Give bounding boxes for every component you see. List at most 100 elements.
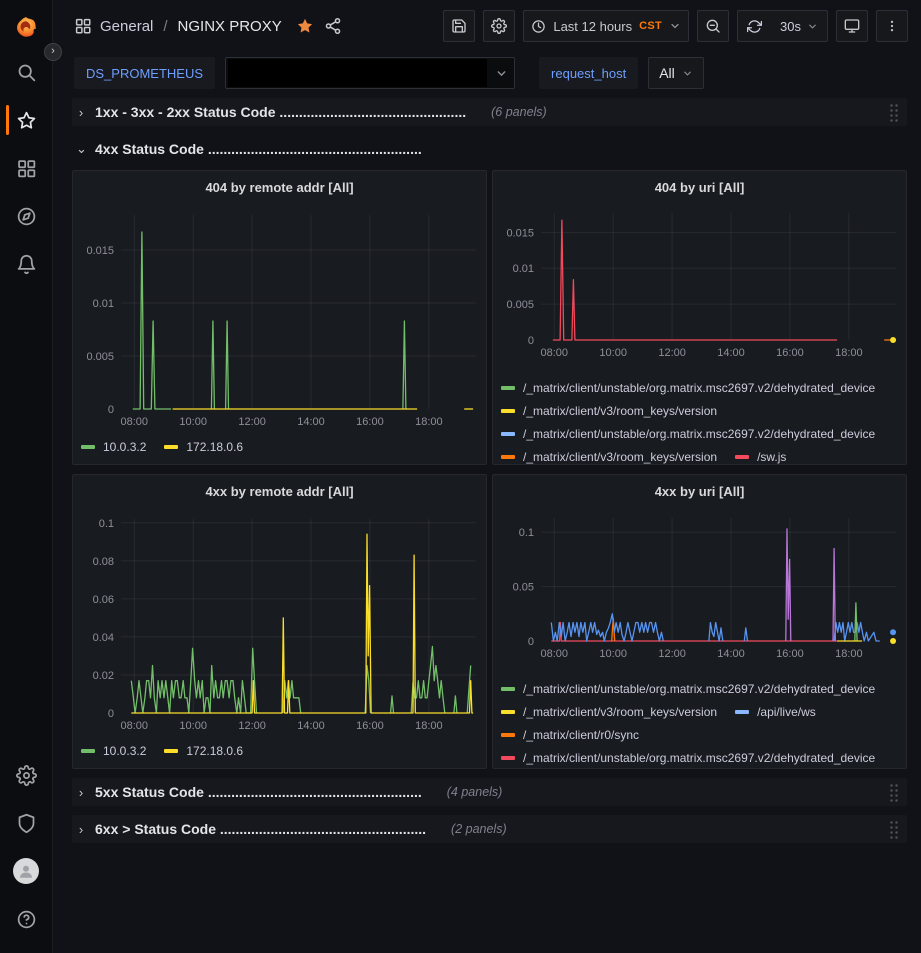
- legend-swatch: [501, 756, 515, 760]
- legend-label: /api/live/ws: [757, 705, 816, 719]
- sidebar-item-explore[interactable]: [0, 192, 52, 240]
- svg-text:12:00: 12:00: [238, 720, 266, 732]
- main-area: General / NGINX PROXY: [53, 0, 921, 953]
- sidebar-item-settings[interactable]: [0, 751, 52, 799]
- time-range-picker[interactable]: Last 12 hours CST: [523, 10, 689, 42]
- chevron-down-icon: [807, 21, 818, 32]
- legend-item[interactable]: /api/live/ws: [735, 700, 816, 723]
- svg-text:18:00: 18:00: [415, 720, 443, 732]
- svg-text:10:00: 10:00: [179, 416, 207, 428]
- row-header-4xx[interactable]: ⌄ 4xx Status Code ......................…: [72, 135, 907, 163]
- legend-item[interactable]: /_matrix/client/unstable/org.matrix.msc2…: [501, 422, 875, 445]
- chart-canvas[interactable]: 08:0010:0012:0014:0016:0018:0000.020.040…: [81, 519, 478, 735]
- chart-canvas[interactable]: 08:0010:0012:0014:0016:0018:0000.0050.01…: [501, 213, 898, 362]
- dashboard-header: General / NGINX PROXY: [53, 0, 921, 52]
- svg-text:16:00: 16:00: [356, 416, 384, 428]
- row-header-5xx[interactable]: › 5xx Status Code ......................…: [72, 778, 907, 806]
- search-icon: [16, 62, 37, 83]
- sidebar-item-profile[interactable]: [0, 847, 52, 895]
- legend-swatch: [164, 749, 178, 753]
- host-variable-dropdown[interactable]: All: [648, 57, 704, 89]
- legend: /_matrix/client/unstable/org.matrix.msc2…: [501, 376, 898, 464]
- grafana-logo[interactable]: [0, 6, 52, 48]
- legend-swatch: [735, 455, 749, 459]
- svg-text:18:00: 18:00: [835, 648, 863, 660]
- refresh-button[interactable]: [738, 11, 771, 41]
- save-dashboard-button[interactable]: [443, 10, 475, 42]
- legend-label: 10.0.3.2: [103, 440, 146, 454]
- legend-item[interactable]: 172.18.0.6: [164, 739, 243, 762]
- kebab-menu-icon: [885, 18, 899, 34]
- row-panel-count: (6 panels): [491, 105, 547, 119]
- datasource-variable-dropdown[interactable]: [225, 57, 515, 89]
- svg-text:0: 0: [528, 636, 534, 648]
- chevron-down-icon: [682, 68, 693, 79]
- panel-404-by-remote-addr: 404 by remote addr [All] 08:0010:0012:00…: [72, 170, 487, 465]
- legend-label: /_matrix/client/v3/room_keys/version: [523, 705, 717, 719]
- dashboard-settings-button[interactable]: [483, 10, 515, 42]
- tv-mode-button[interactable]: [836, 10, 868, 42]
- row-drag-handle[interactable]: [889, 103, 899, 122]
- grafana-logo-icon: [14, 15, 38, 39]
- legend-item[interactable]: /_matrix/client/v3/room_keys/version: [501, 399, 717, 422]
- legend-item[interactable]: 10.0.3.2: [81, 739, 146, 762]
- dashboard-content: › 1xx - 3xx - 2xx Status Code ..........…: [53, 94, 921, 953]
- row-header-6xx[interactable]: › 6xx > Status Code ....................…: [72, 815, 907, 843]
- svg-text:16:00: 16:00: [356, 720, 384, 732]
- panel-grid: 404 by remote addr [All] 08:0010:0012:00…: [72, 170, 907, 769]
- svg-text:0.1: 0.1: [99, 519, 114, 530]
- chevron-down-icon: [495, 67, 508, 80]
- zoom-out-time-button[interactable]: [697, 10, 729, 42]
- datasource-variable-label[interactable]: DS_PROMETHEUS: [74, 57, 215, 89]
- legend-item[interactable]: 172.18.0.6: [164, 435, 243, 458]
- chart-canvas[interactable]: 08:0010:0012:0014:0016:0018:0000.050.1: [501, 518, 898, 663]
- sidebar-item-admin[interactable]: [0, 799, 52, 847]
- panel-title[interactable]: 4xx by uri [All]: [501, 475, 898, 506]
- row-drag-handle[interactable]: [889, 820, 899, 839]
- chevron-right-icon: ›: [76, 822, 86, 837]
- svg-text:0: 0: [108, 404, 114, 416]
- dashboards-grid-icon: [16, 158, 37, 179]
- legend: /_matrix/client/unstable/org.matrix.msc2…: [501, 677, 898, 768]
- panel-title[interactable]: 404 by uri [All]: [501, 171, 898, 201]
- legend-item[interactable]: /_matrix/client/unstable/org.matrix.msc2…: [501, 677, 875, 700]
- legend-item[interactable]: /_matrix/client/unstable/org.matrix.msc2…: [501, 746, 875, 768]
- panel-title[interactable]: 404 by remote addr [All]: [81, 171, 478, 203]
- legend-swatch: [501, 386, 515, 390]
- breadcrumb-page[interactable]: NGINX PROXY: [178, 18, 282, 35]
- row-title: 4xx Status Code ........................…: [95, 141, 422, 157]
- legend-item[interactable]: 10.0.3.2: [81, 435, 146, 458]
- sidebar: [0, 0, 53, 953]
- sidebar-expand-button[interactable]: ›: [44, 43, 62, 61]
- svg-text:0.1: 0.1: [519, 528, 534, 540]
- svg-text:08:00: 08:00: [540, 648, 568, 660]
- legend-item[interactable]: /_matrix/client/unstable/org.matrix.msc2…: [501, 376, 875, 399]
- breadcrumb: General / NGINX PROXY: [74, 17, 342, 35]
- svg-text:14:00: 14:00: [297, 720, 325, 732]
- refresh-interval-dropdown[interactable]: 30s: [771, 11, 827, 41]
- row-drag-handle[interactable]: [889, 783, 899, 802]
- sidebar-item-dashboards[interactable]: [0, 144, 52, 192]
- legend-swatch: [81, 445, 95, 449]
- host-variable-label[interactable]: request_host: [539, 57, 638, 89]
- refresh-group: 30s: [737, 10, 828, 42]
- svg-text:0.02: 0.02: [93, 670, 114, 682]
- legend-item[interactable]: /sw.js: [735, 445, 786, 464]
- legend-item[interactable]: /_matrix/client/v3/room_keys/version: [501, 700, 717, 723]
- breadcrumb-section[interactable]: General: [100, 18, 153, 35]
- row-header-1xx[interactable]: › 1xx - 3xx - 2xx Status Code ..........…: [72, 98, 907, 126]
- share-icon[interactable]: [324, 17, 342, 35]
- sidebar-item-alerting[interactable]: [0, 240, 52, 288]
- sidebar-item-starred[interactable]: [0, 96, 52, 144]
- more-options-button[interactable]: [876, 10, 908, 42]
- legend-label: 172.18.0.6: [186, 440, 243, 454]
- chart-canvas[interactable]: 08:0010:0012:0014:0016:0018:0000.0050.01…: [81, 215, 478, 431]
- svg-text:14:00: 14:00: [717, 648, 745, 660]
- svg-text:12:00: 12:00: [658, 347, 686, 359]
- sidebar-item-help[interactable]: [0, 895, 52, 943]
- legend-item[interactable]: /_matrix/client/v3/room_keys/version: [501, 445, 717, 464]
- legend-label: /_matrix/client/v3/room_keys/version: [523, 404, 717, 418]
- panel-title[interactable]: 4xx by remote addr [All]: [81, 475, 478, 507]
- legend-item[interactable]: /_matrix/client/r0/sync: [501, 723, 639, 746]
- favorite-star-icon[interactable]: [296, 17, 314, 35]
